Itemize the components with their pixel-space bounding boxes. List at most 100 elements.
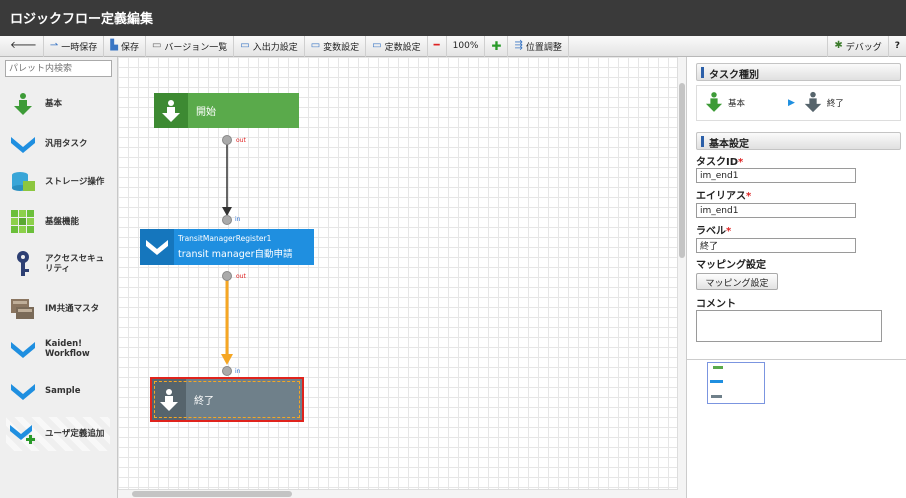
help-button[interactable]: ? bbox=[889, 36, 906, 57]
grid-blocks-icon bbox=[6, 207, 40, 237]
palette: 基本 汎用タスク ストレージ操作 基盤機能 アクセスセキュリティ bbox=[0, 57, 118, 498]
logic-flow-editor: ロジックフロー定義編集 🡐 ⇀ 一時保存 ▙ 保存 ▭ バージョン一覧 ▭ 入出… bbox=[0, 0, 906, 498]
palette-item-label: アクセスセキュリティ bbox=[45, 253, 105, 274]
task-type-name: 終了 bbox=[826, 99, 844, 109]
task-type-heading: タスク種別 bbox=[696, 63, 901, 81]
palette-item-platform[interactable]: 基盤機能 bbox=[6, 205, 110, 239]
label-label: ラベル* bbox=[696, 222, 731, 237]
zoom-out-button[interactable]: ━ bbox=[428, 35, 447, 57]
canvas-vertical-scrollbar[interactable] bbox=[677, 57, 686, 498]
window-icon: ▭ bbox=[240, 40, 250, 51]
var-settings-label: 変数設定 bbox=[323, 42, 360, 53]
alias-input[interactable] bbox=[696, 203, 856, 218]
arrow-down-gray-icon bbox=[803, 91, 823, 116]
scroll-thumb[interactable] bbox=[132, 491, 292, 497]
window-icon: ▭ bbox=[372, 40, 382, 51]
node-task[interactable]: TransitManagerRegister1 transit manager自… bbox=[140, 229, 314, 265]
node-start-label: 開始 bbox=[196, 107, 216, 118]
arrow-down-blue-icon bbox=[6, 334, 40, 364]
toolbar: 🡐 ⇀ 一時保存 ▙ 保存 ▭ バージョン一覧 ▭ 入出力設定 ▭ 変数設定 ▭… bbox=[0, 35, 906, 57]
required-mark: * bbox=[738, 157, 744, 168]
window-icon: ▭ bbox=[310, 40, 321, 51]
palette-item-label: 基本 bbox=[45, 98, 63, 109]
edge-arrowhead bbox=[221, 354, 233, 365]
zoom-in-button[interactable]: ✚ bbox=[485, 35, 509, 57]
palette-item-label: Kaiden! Workflow bbox=[45, 338, 90, 359]
comment-textarea[interactable] bbox=[696, 310, 882, 342]
arrow-down-icon bbox=[140, 229, 174, 265]
arrow-down-plus-icon bbox=[6, 419, 40, 449]
alias-label: エイリアス* bbox=[696, 187, 751, 202]
back-button[interactable]: 🡐 bbox=[4, 35, 44, 57]
port-out-label: out bbox=[236, 273, 246, 280]
align-icon: ⇶ bbox=[514, 40, 523, 51]
task-id-input[interactable] bbox=[696, 168, 856, 183]
node-end-selected[interactable]: 終了 bbox=[150, 377, 304, 422]
required-mark: * bbox=[746, 191, 752, 202]
port-in-label: in bbox=[235, 216, 241, 223]
port-in-label: in bbox=[235, 368, 241, 375]
palette-item-kaiden-workflow[interactable]: Kaiden! Workflow bbox=[6, 332, 110, 366]
port-in[interactable] bbox=[222, 215, 232, 225]
port-in[interactable] bbox=[222, 366, 232, 376]
label-label-text: ラベル bbox=[696, 226, 726, 237]
minimap-node-task bbox=[710, 380, 723, 383]
node-task-text: TransitManagerRegister1 transit manager自… bbox=[178, 234, 293, 260]
mapping-settings-button[interactable]: マッピング設定 bbox=[696, 273, 778, 290]
palette-item-sample[interactable]: Sample bbox=[6, 374, 110, 408]
position-adjust-label: 位置調整 bbox=[525, 42, 562, 53]
node-task-id: TransitManagerRegister1 bbox=[178, 234, 272, 243]
temp-save-icon: ⇀ bbox=[49, 40, 59, 51]
const-settings-label: 定数設定 bbox=[384, 42, 421, 53]
list-icon: ▭ bbox=[151, 40, 162, 51]
basic-settings-heading: 基本設定 bbox=[696, 132, 901, 150]
node-start[interactable]: 開始 bbox=[154, 93, 299, 128]
flow-canvas[interactable]: 開始 out in TransitManagerRegister1 transi… bbox=[118, 57, 685, 498]
io-settings-button[interactable]: ▭ 入出力設定 bbox=[234, 35, 305, 57]
arrow-down-blue-icon bbox=[6, 129, 40, 159]
position-adjust-button[interactable]: ⇶ 位置調整 bbox=[508, 35, 569, 57]
master-icon bbox=[6, 294, 40, 324]
temp-save-label: 一時保存 bbox=[61, 42, 98, 53]
window-title: ロジックフロー定義編集 bbox=[0, 0, 906, 36]
palette-item-storage[interactable]: ストレージ操作 bbox=[6, 165, 110, 199]
chevron-right-icon: ▶ bbox=[788, 98, 795, 108]
debug-button[interactable]: ✱ デバッグ bbox=[827, 35, 889, 57]
save-label: 保存 bbox=[120, 42, 139, 53]
properties-panel: タスク種別 基本 ▶ 終了 基本設定 タスクID* エイリアス* ラベル* マッ… bbox=[686, 57, 906, 359]
temp-save-button[interactable]: ⇀ 一時保存 bbox=[44, 35, 105, 57]
debug-label: デバッグ bbox=[845, 42, 882, 53]
storage-icon bbox=[6, 167, 40, 197]
alias-label-text: エイリアス bbox=[696, 191, 746, 202]
canvas-horizontal-scrollbar[interactable] bbox=[118, 489, 678, 498]
port-out[interactable] bbox=[222, 271, 232, 281]
minimap-node-start bbox=[713, 366, 723, 369]
required-mark: * bbox=[726, 226, 732, 237]
scroll-thumb[interactable] bbox=[679, 83, 685, 258]
task-id-label: タスクID* bbox=[696, 153, 743, 168]
save-button[interactable]: ▙ 保存 bbox=[104, 35, 146, 57]
palette-item-access-security[interactable]: アクセスセキュリティ bbox=[6, 247, 110, 281]
minimap[interactable] bbox=[686, 359, 906, 498]
const-settings-button[interactable]: ▭ 定数設定 bbox=[366, 35, 428, 57]
palette-item-label: 基盤機能 bbox=[45, 216, 80, 227]
var-settings-button[interactable]: ▭ 変数設定 bbox=[305, 35, 367, 57]
versions-button[interactable]: ▭ バージョン一覧 bbox=[146, 35, 235, 57]
arrow-down-icon bbox=[152, 379, 186, 420]
port-out[interactable] bbox=[222, 135, 232, 145]
plus-icon: ✚ bbox=[491, 39, 502, 53]
palette-item-general-task[interactable]: 汎用タスク bbox=[6, 127, 110, 161]
task-type-display: 基本 ▶ 終了 bbox=[696, 85, 901, 121]
task-type-category: 基本 bbox=[728, 99, 746, 109]
palette-search-input[interactable] bbox=[5, 60, 112, 77]
arrow-down-green-icon bbox=[705, 91, 723, 116]
palette-item-user-defined-add[interactable]: ユーザ定義追加 bbox=[6, 417, 110, 451]
arrow-left-icon: 🡐 bbox=[10, 40, 37, 51]
save-icon: ▙ bbox=[110, 40, 118, 51]
palette-item-basic[interactable]: 基本 bbox=[6, 87, 110, 121]
zoom-level: 100% bbox=[447, 35, 486, 57]
versions-label: バージョン一覧 bbox=[164, 42, 228, 53]
palette-item-im-master[interactable]: IM共通マスタ bbox=[6, 292, 110, 326]
label-input[interactable] bbox=[696, 238, 856, 253]
io-settings-label: 入出力設定 bbox=[252, 42, 298, 53]
